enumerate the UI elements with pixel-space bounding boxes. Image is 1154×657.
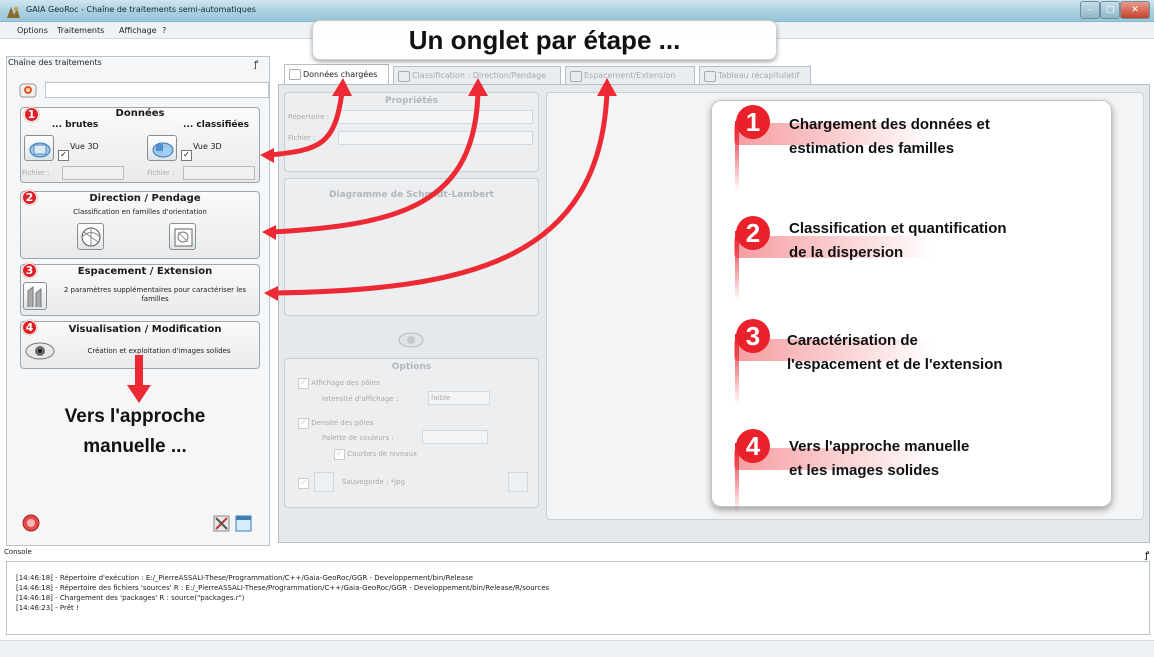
step-4-line-1: Vers l'approche manuelle xyxy=(789,438,970,455)
step-text-4: Vers l'approche manuelle et les images s… xyxy=(789,435,969,483)
step-2-line-2: de la dispersion xyxy=(789,244,904,261)
step-3-line-1: Caractérisation de xyxy=(787,332,918,349)
step-1-line-2: estimation des familles xyxy=(789,140,955,157)
step-2-line-1: Classification et quantification xyxy=(789,220,1007,237)
step-text-2: Classification et quantification de la d… xyxy=(789,217,1007,265)
arrow-step-1 xyxy=(267,89,345,158)
console-line: [14:46:18] - Répertoire d'exécution : E:… xyxy=(16,574,474,582)
console-title: Console xyxy=(4,548,32,556)
step-number-4: 4 xyxy=(736,429,770,463)
arrow-step-2 xyxy=(269,89,481,235)
step-1-line-1: Chargement des données et xyxy=(789,116,990,133)
step-4-line-2: et les images solides xyxy=(789,462,940,479)
step-text-3: Caractérisation de l'espacement et de l'… xyxy=(787,329,1003,377)
steps-callout: 1 Chargement des données et estimation d… xyxy=(711,100,1112,513)
step-3-line-2: l'espacement et de l'extension xyxy=(787,356,1003,373)
step-text-1: Chargement des données et estimation des… xyxy=(789,113,990,161)
console-output[interactable]: [14:46:18] - Répertoire d'exécution : E:… xyxy=(6,561,1150,635)
step-number-1: 1 xyxy=(736,105,770,139)
banner-callout: Un onglet par étape ... xyxy=(312,20,777,60)
console-line: [14:46:23] - Prêt ! xyxy=(16,604,79,612)
step-number-3: 3 xyxy=(736,319,770,353)
console-line: [14:46:18] - Répertoire des fichiers 'so… xyxy=(16,584,550,592)
status-bar xyxy=(0,640,1154,657)
step-number-2: 2 xyxy=(736,216,770,250)
console-line: [14:46:18] - Chargement des 'packages' R… xyxy=(16,594,245,602)
arrow-step-3 xyxy=(271,89,610,296)
pin-icon[interactable]: ꝭ xyxy=(1145,548,1149,561)
